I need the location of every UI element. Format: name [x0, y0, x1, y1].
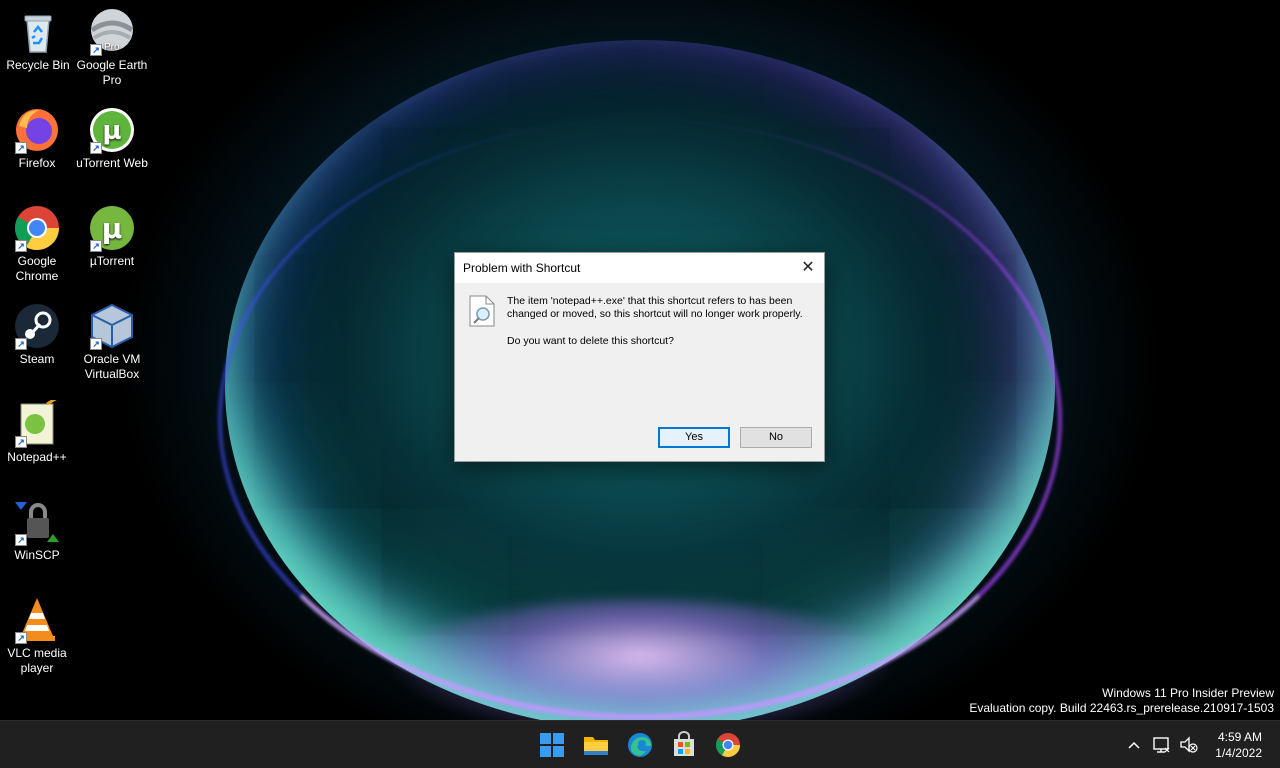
shortcut-problem-dialog: Problem with Shortcut ✕ The item 'notepa… — [454, 252, 825, 462]
taskbar: 4:59 AM 1/4/2022 — [0, 720, 1280, 768]
chrome-icon: ↗ — [13, 204, 61, 252]
desktop-icon-label: µTorrent — [89, 254, 135, 268]
shortcut-arrow-icon: ↗ — [15, 534, 27, 546]
svg-text:µ: µ — [102, 116, 121, 146]
desktop-icon-label: Firefox — [18, 156, 56, 170]
desktop-icon-label: Notepad++ — [7, 450, 67, 464]
desktop-icon-label: Google Earth Pro — [76, 58, 148, 87]
network-icon — [1153, 737, 1170, 753]
clock-date: 1/4/2022 — [1215, 746, 1262, 760]
edge-icon — [628, 733, 652, 757]
watermark-build: Evaluation copy. Build 22463.rs_prerelea… — [969, 701, 1274, 715]
desktop-icon-label: Steam — [19, 352, 55, 366]
dialog-question: Do you want to delete this shortcut? — [507, 335, 674, 347]
google-earth-icon: Pro ↗ — [88, 8, 136, 56]
desktop-icon-vlc[interactable]: ↗ VLC media player — [0, 596, 75, 676]
volume-button[interactable] — [1178, 721, 1200, 768]
recycle-bin-icon — [14, 8, 62, 56]
desktop-icon-label: Google Chrome — [15, 254, 59, 283]
desktop-icon-steam[interactable]: ↗ Steam — [0, 302, 75, 367]
desktop-icon-recycle-bin[interactable]: Recycle Bin — [0, 8, 76, 73]
start-icon — [540, 733, 564, 757]
dialog-message: The item 'notepad++.exe' that this short… — [507, 295, 803, 320]
desktop-icon-label: Recycle Bin — [6, 58, 70, 72]
notepadpp-icon: ↗ — [13, 396, 61, 448]
winscp-icon: ↗ — [13, 498, 61, 546]
clock-time: 4:59 AM — [1217, 730, 1262, 744]
firefox-icon: ↗ — [13, 106, 61, 154]
no-button[interactable]: No — [740, 427, 812, 448]
desktop-icon-firefox[interactable]: ↗ Firefox — [0, 106, 75, 171]
taskbar-edge[interactable] — [624, 729, 656, 761]
show-hidden-icons-button[interactable] — [1124, 721, 1144, 768]
desktop-icon-label: WinSCP — [14, 548, 60, 562]
virtualbox-icon: ↗ — [88, 302, 136, 350]
shortcut-arrow-icon: ↗ — [15, 632, 27, 644]
close-icon: ✕ — [801, 257, 815, 276]
yes-button[interactable]: Yes — [658, 427, 730, 448]
start-button[interactable] — [536, 729, 568, 761]
shortcut-arrow-icon: ↗ — [90, 142, 102, 154]
close-button[interactable]: ✕ — [792, 253, 824, 283]
taskbar-file-explorer[interactable] — [580, 729, 612, 761]
store-icon — [674, 731, 694, 756]
vlc-icon: ↗ — [13, 596, 61, 644]
svg-text:µ: µ — [102, 212, 123, 245]
watermark-edition: Windows 11 Pro Insider Preview — [1102, 686, 1274, 700]
desktop-icon-label: VLC media player — [7, 646, 67, 675]
desktop-icon-notepadpp[interactable]: ↗ Notepad++ — [0, 396, 75, 465]
shortcut-arrow-icon: ↗ — [15, 436, 27, 448]
desktop-icon-utorrent-web[interactable]: µ ↗ uTorrent Web — [74, 106, 150, 171]
clock[interactable]: 4:59 AM 1/4/2022 — [1215, 729, 1262, 761]
network-button[interactable] — [1150, 721, 1174, 768]
google-earth-pro-badge: Pro — [104, 42, 120, 53]
desktop-icon-google-earth[interactable]: Pro ↗ Google Earth Pro — [74, 8, 150, 88]
desktop-icon-virtualbox[interactable]: ↗ Oracle VM VirtualBox — [74, 302, 150, 382]
shortcut-arrow-icon: ↗ — [90, 44, 102, 56]
taskbar-chrome[interactable] — [712, 729, 744, 761]
desktop-icon-utorrent[interactable]: µ ↗ µTorrent — [74, 204, 150, 269]
desktop-icon-label: uTorrent Web — [76, 156, 148, 170]
build-watermark: Windows 11 Pro Insider Preview Evaluatio… — [969, 686, 1274, 716]
utorrent-icon: µ ↗ — [88, 204, 136, 252]
shortcut-arrow-icon: ↗ — [15, 142, 27, 154]
dialog-titlebar: Problem with Shortcut ✕ — [455, 253, 824, 283]
chrome-icon — [715, 733, 740, 758]
dialog-title: Problem with Shortcut — [463, 261, 581, 275]
document-search-icon — [469, 295, 495, 327]
utorrent-web-icon: µ ↗ — [88, 106, 136, 154]
chevron-up-icon — [1128, 741, 1140, 749]
speaker-muted-icon — [1180, 736, 1198, 753]
file-explorer-icon — [584, 737, 608, 755]
desktop-icon-google-chrome[interactable]: ↗ Google Chrome — [0, 204, 75, 284]
shortcut-arrow-icon: ↗ — [15, 240, 27, 252]
shortcut-arrow-icon: ↗ — [90, 240, 102, 252]
shortcut-arrow-icon: ↗ — [15, 338, 27, 350]
taskbar-store[interactable] — [668, 729, 700, 761]
desktop-icon-label: Oracle VM VirtualBox — [83, 352, 141, 381]
desktop-icon-winscp[interactable]: ↗ WinSCP — [0, 498, 75, 563]
shortcut-arrow-icon: ↗ — [90, 338, 102, 350]
steam-icon: ↗ — [13, 302, 61, 350]
